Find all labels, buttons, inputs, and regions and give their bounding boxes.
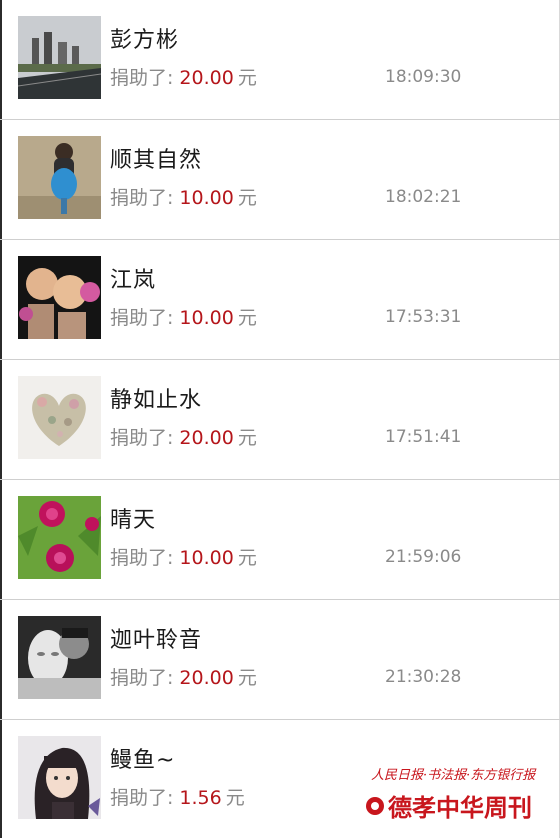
donation-label: 捐助了: — [110, 67, 174, 89]
currency-label: 元 — [237, 187, 257, 209]
donor-name: 顺其自然 — [110, 148, 203, 173]
donation-amount: 1.56 — [179, 787, 222, 809]
currency-label: 元 — [237, 427, 257, 449]
donor-name: 迦叶聆音 — [110, 628, 203, 653]
donation-amount: 10.00 — [179, 307, 234, 329]
donation-label: 捐助了: — [110, 427, 174, 449]
donation-line: 捐助了: 10.00 元 — [110, 303, 257, 330]
brand-logo-icon — [366, 796, 384, 815]
donation-line: 捐助了: 20.00 元 — [110, 663, 257, 690]
watermark-brand-text: 德孝中华周刊 — [388, 794, 532, 822]
list-item[interactable]: 顺其自然 捐助了: 10.00 元 18:02:21 — [0, 120, 560, 240]
donation-line: 捐助了: 10.00 元 — [110, 543, 257, 570]
avatar — [18, 256, 101, 339]
donation-time: 21:30:28 — [385, 667, 462, 687]
donation-time: 21:59:06 — [385, 547, 462, 567]
currency-label: 元 — [225, 787, 245, 809]
donation-time: 17:51:41 — [385, 427, 462, 447]
donor-name: 江岚 — [110, 268, 157, 293]
list-item[interactable]: 彭方彬 捐助了: 20.00 元 18:09:30 — [0, 0, 560, 120]
avatar — [18, 496, 101, 579]
donor-name: 晴天 — [110, 508, 157, 533]
donor-name: 彭方彬 — [110, 28, 180, 53]
watermark: 人民日报·书法报·东方银行报 德孝中华周刊 — [365, 764, 545, 824]
donation-time: 18:09:30 — [385, 67, 462, 87]
list-item[interactable]: 江岚 捐助了: 10.00 元 17:53:31 — [0, 240, 560, 360]
donation-line: 捐助了: 20.00 元 — [110, 63, 257, 90]
donation-time: 17:53:31 — [385, 307, 462, 327]
donation-amount: 10.00 — [179, 187, 234, 209]
donation-label: 捐助了: — [110, 667, 174, 689]
list-item[interactable]: 静如止水 捐助了: 20.00 元 17:51:41 — [0, 360, 560, 480]
donation-label: 捐助了: — [110, 787, 174, 809]
currency-label: 元 — [237, 307, 257, 329]
donation-line: 捐助了: 20.00 元 — [110, 423, 257, 450]
donation-line: 捐助了: 10.00 元 — [110, 183, 257, 210]
currency-label: 元 — [237, 667, 257, 689]
avatar — [18, 736, 101, 819]
avatar — [18, 376, 101, 459]
donation-line: 捐助了: 1.56 元 — [110, 783, 245, 810]
donation-amount: 20.00 — [179, 667, 234, 689]
donation-amount: 20.00 — [179, 67, 234, 89]
avatar — [18, 136, 101, 219]
list-item[interactable]: 晴天 捐助了: 10.00 元 21:59:06 — [0, 480, 560, 600]
list-item[interactable]: 迦叶聆音 捐助了: 20.00 元 21:30:28 — [0, 600, 560, 720]
donation-amount: 20.00 — [179, 427, 234, 449]
donor-name: 静如止水 — [110, 388, 203, 413]
watermark-brand: 德孝中华周刊 — [365, 788, 532, 823]
donor-name: 鳗鱼~ — [110, 748, 176, 773]
avatar — [18, 616, 101, 699]
donation-label: 捐助了: — [110, 307, 174, 329]
currency-label: 元 — [237, 67, 257, 89]
currency-label: 元 — [237, 547, 257, 569]
donation-time: 18:02:21 — [385, 187, 462, 207]
donation-amount: 10.00 — [179, 547, 234, 569]
donation-list: 彭方彬 捐助了: 20.00 元 18:09:30 顺其自然 捐助了: 10.00 元 … — [0, 0, 560, 838]
donation-label: 捐助了: — [110, 187, 174, 209]
donation-label: 捐助了: — [110, 547, 174, 569]
avatar — [18, 16, 101, 99]
watermark-top-line: 人民日报·书法报·东方银行报 — [371, 768, 536, 783]
